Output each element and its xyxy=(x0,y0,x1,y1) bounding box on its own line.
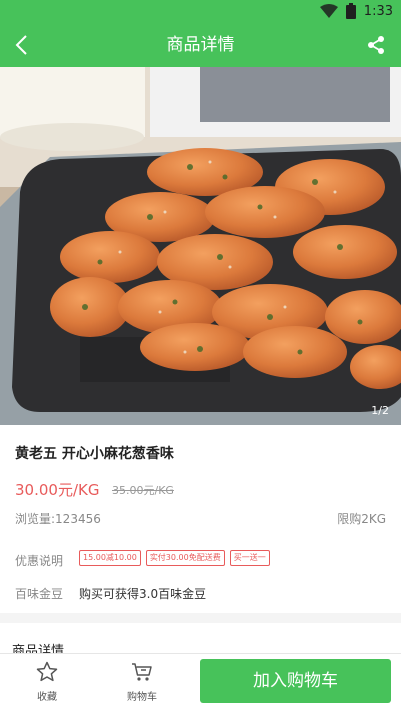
cart-icon xyxy=(132,663,152,681)
page-title: 商品详情 xyxy=(166,35,235,55)
share-button[interactable] xyxy=(361,30,391,60)
cart-button[interactable]: 购物车 xyxy=(112,658,172,706)
product-image-gallery[interactable]: 1/2 xyxy=(0,67,401,425)
promo-tag: 15.00减10.00 xyxy=(79,550,141,566)
status-bar: 1:33 xyxy=(0,0,401,24)
cart-label: 购物车 xyxy=(127,692,157,703)
view-count: 浏览量:123456 xyxy=(15,512,101,526)
wifi-icon xyxy=(319,4,338,18)
product-name: 黄老五 开心小麻花葱香味 xyxy=(15,446,174,462)
product-photo xyxy=(0,67,401,425)
product-info: 黄老五 开心小麻花葱香味 30.00元/KG 35.00元/KG 浏览量:123… xyxy=(0,425,401,613)
app-bar: 商品详情 xyxy=(0,24,401,67)
share-icon xyxy=(368,36,384,54)
promo-tags: 15.00减10.00 实付30.00免配送费 买一送一 xyxy=(79,550,270,566)
beans-label: 百味金豆 xyxy=(15,587,64,601)
status-time: 1:33 xyxy=(363,3,393,19)
bottom-action-bar: 收藏 购物车 加入购物车 xyxy=(0,653,401,710)
favorite-label: 收藏 xyxy=(37,692,57,703)
product-price: 30.00元/KG xyxy=(15,481,100,499)
star-icon xyxy=(36,661,58,682)
promo-tag: 买一送一 xyxy=(229,550,270,566)
gallery-counter: 1/2 xyxy=(371,404,389,417)
beans-value: 购买可获得3.0百味金豆 xyxy=(79,587,207,601)
detail-section-header: 商品详情 xyxy=(0,623,401,659)
add-to-cart-button[interactable]: 加入购物车 xyxy=(200,659,391,703)
purchase-limit: 限购2KG xyxy=(337,512,386,526)
original-price: 35.00元/KG xyxy=(112,484,174,497)
battery-icon xyxy=(345,3,356,19)
promo-label: 优惠说明 xyxy=(15,554,64,568)
favorite-button[interactable]: 收藏 xyxy=(17,658,77,706)
promo-tag: 实付30.00免配送费 xyxy=(145,550,225,566)
